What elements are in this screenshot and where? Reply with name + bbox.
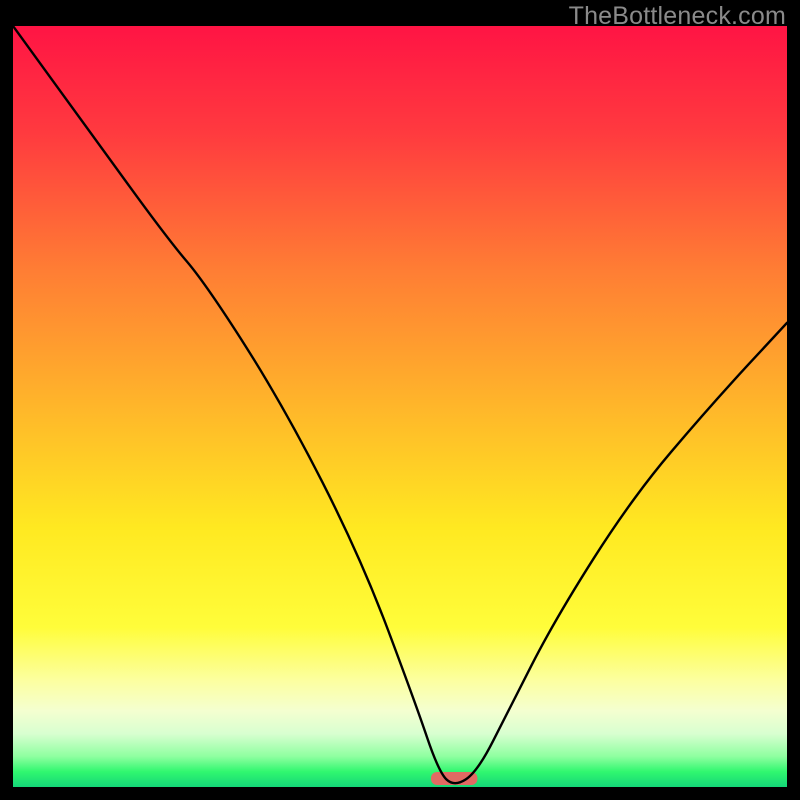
plot-area: [13, 26, 787, 787]
chart-frame: TheBottleneck.com: [0, 0, 800, 800]
gradient-background: [13, 26, 787, 787]
bottleneck-chart-svg: [13, 26, 787, 787]
